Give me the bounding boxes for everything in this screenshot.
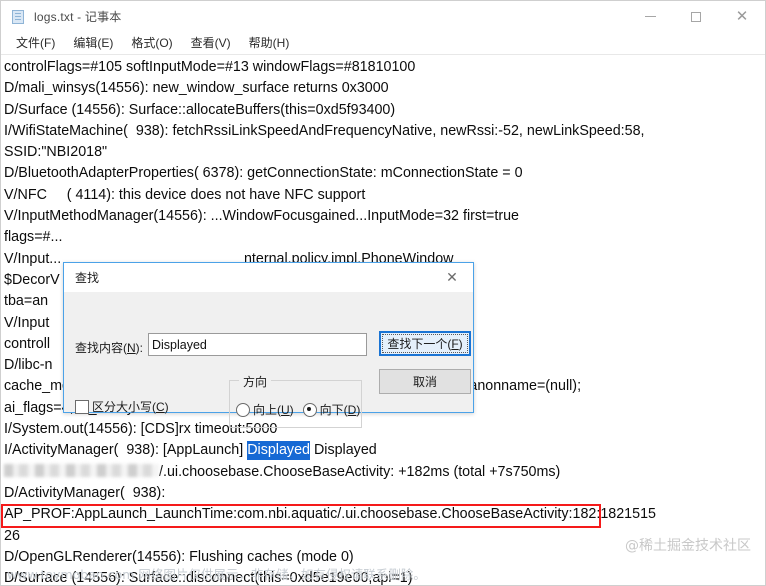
menu-item-view[interactable]: 查看(V) bbox=[182, 32, 240, 54]
log-line: V/InputMethodManager(14556): ...WindowFo… bbox=[4, 208, 519, 225]
title-bar[interactable]: logs.txt - 记事本 ✕ bbox=[1, 1, 765, 32]
menu-bar: 文件(F) 编辑(E) 格式(O) 查看(V) 帮助(H) bbox=[1, 32, 765, 55]
find-next-button[interactable]: 查找下一个(F) bbox=[379, 331, 471, 356]
menu-item-format[interactable]: 格式(O) bbox=[122, 32, 181, 54]
find-what-input[interactable] bbox=[148, 333, 367, 356]
log-line: V/NFC ( 4114): this device does not have… bbox=[4, 186, 366, 203]
notepad-icon bbox=[10, 9, 26, 25]
find-dialog: 查找 ✕ 查找内容(N): 查找下一个(F) 取消 方向 向上(U) bbox=[63, 262, 474, 428]
find-dialog-title-bar[interactable]: 查找 ✕ bbox=[64, 263, 473, 292]
direction-group: 方向 向上(U) 向下(D) bbox=[229, 373, 362, 428]
close-icon: ✕ bbox=[446, 269, 458, 286]
radio-direction-up[interactable]: 向上(U) bbox=[236, 401, 294, 418]
close-button[interactable]: ✕ bbox=[719, 1, 765, 32]
menu-item-file[interactable]: 文件(F) bbox=[7, 32, 64, 54]
watermark-bottom: www.toymoban.com 网络图片仅供展示，非存储，如有侵权请联系删除。 bbox=[7, 567, 426, 582]
log-line: AP_PROF:AppLaunch_LaunchTime:com.nbi.aqu… bbox=[4, 506, 656, 523]
log-line-match: I/ActivityManager( 938): [AppLaunch] Dis… bbox=[4, 440, 765, 461]
log-line: controlFlags=#105 softInputMode=#13 wind… bbox=[4, 59, 416, 75]
boxed-line-text: /.ui.choosebase.ChooseBaseActivity: +182… bbox=[159, 463, 561, 480]
search-match-highlight: Displayed bbox=[247, 441, 310, 461]
match-line-suffix: Displayed bbox=[309, 442, 377, 459]
watermark-right: @稀土掘金技术社区 bbox=[625, 538, 751, 554]
window-controls: ✕ bbox=[627, 1, 765, 32]
window-title: logs.txt - 记事本 bbox=[34, 10, 122, 24]
log-line: SSID:"NBI2018" bbox=[4, 144, 108, 161]
notepad-window: logs.txt - 记事本 ✕ 文件(F) 编辑(E) 格式(O) 查看(V)… bbox=[0, 0, 766, 586]
direction-radio-row: 向上(U) 向下(D) bbox=[236, 401, 360, 418]
direction-group-label: 方向 bbox=[239, 373, 272, 390]
checkbox-icon bbox=[75, 399, 89, 414]
log-line: D/ActivityManager( 938): bbox=[4, 484, 166, 501]
redacted-package-name bbox=[4, 463, 159, 477]
text-editor-area[interactable]: controlFlags=#105 softInputMode=#13 wind… bbox=[1, 55, 765, 585]
log-line: D/BluetoothAdapterProperties( 6378): get… bbox=[4, 165, 523, 182]
find-what-label: 查找内容(N): bbox=[75, 341, 144, 355]
close-icon: ✕ bbox=[735, 7, 749, 25]
log-line: D/mali_winsys(14556): new_window_surface… bbox=[4, 80, 389, 97]
find-dialog-body: 查找内容(N): 查找下一个(F) 取消 方向 向上(U) 向下(D) bbox=[64, 292, 473, 428]
match-line-prefix: I/ActivityManager( 938): [AppLaunch] bbox=[4, 442, 248, 459]
radio-icon bbox=[236, 402, 250, 417]
log-line: flags=#... bbox=[4, 229, 63, 246]
radio-icon bbox=[302, 402, 317, 417]
log-line: D/Surface (14556): Surface::allocateBuff… bbox=[4, 101, 396, 118]
log-line: I/WifiStateMachine( 938): fetchRssiLinkS… bbox=[4, 122, 645, 139]
radio-direction-down[interactable]: 向下(D) bbox=[302, 401, 360, 418]
cancel-button[interactable]: 取消 bbox=[379, 369, 471, 394]
find-dialog-close-button[interactable]: ✕ bbox=[431, 263, 473, 292]
log-line: I/System.out(14556): [CDS]rx timeout:500… bbox=[4, 421, 278, 438]
menu-item-help[interactable]: 帮助(H) bbox=[240, 32, 299, 54]
menu-item-edit[interactable]: 编辑(E) bbox=[64, 32, 122, 54]
match-case-checkbox[interactable]: 区分大小写(C) bbox=[75, 398, 169, 415]
minimize-button[interactable] bbox=[627, 1, 673, 32]
find-dialog-title: 查找 bbox=[75, 271, 100, 285]
maximize-button[interactable] bbox=[673, 1, 719, 32]
log-line-boxed: /.ui.choosebase.ChooseBaseActivity: +182… bbox=[4, 462, 765, 483]
